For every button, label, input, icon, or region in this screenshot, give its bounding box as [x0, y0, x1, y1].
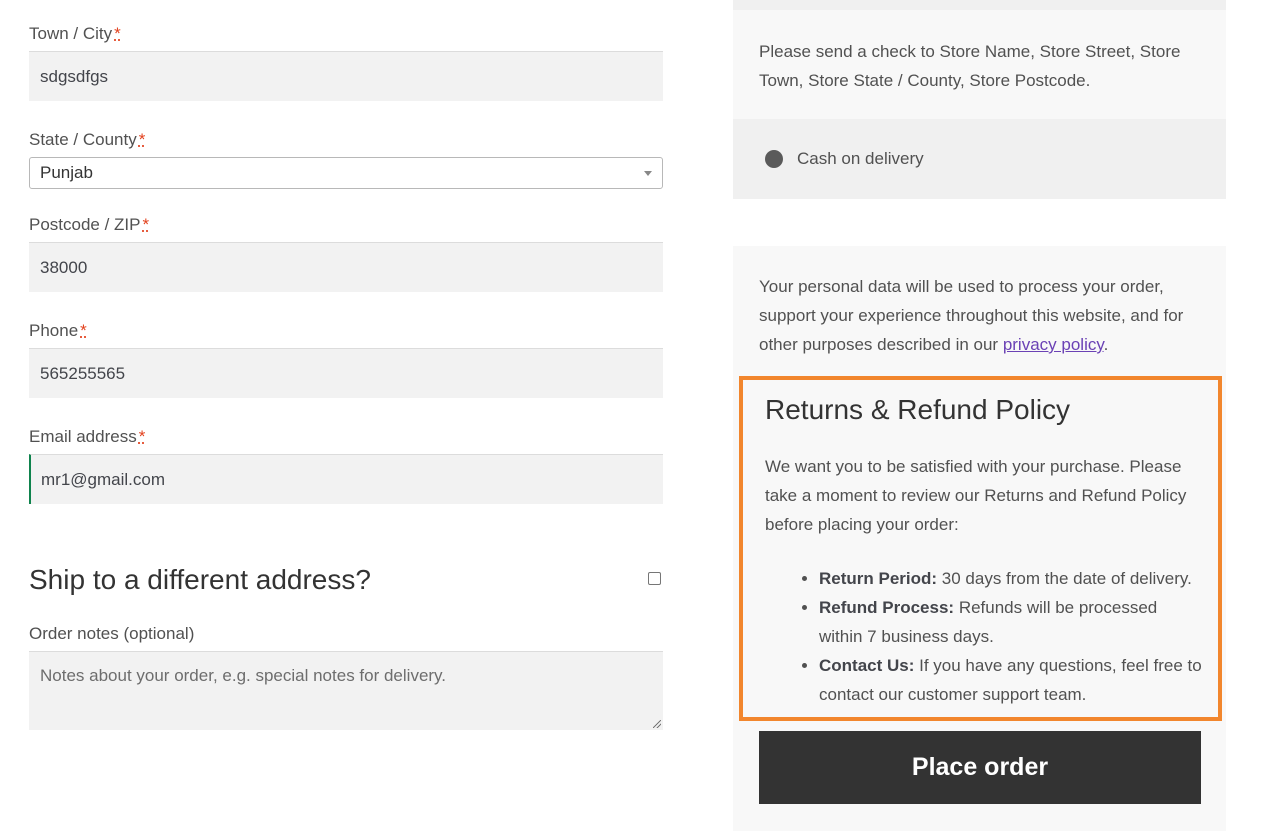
ship-different-address-checkbox[interactable] [648, 572, 661, 585]
town-input[interactable]: sdgsdfgs [29, 51, 663, 101]
required-marker: * [138, 130, 146, 149]
town-field: Town / City * sdgsdfgs [29, 24, 663, 101]
payment-method-top [733, 0, 1226, 10]
policy-text: 30 days from the date of delivery. [937, 569, 1192, 588]
place-order-button[interactable]: Place order [759, 731, 1201, 804]
place-order-section: Your personal data will be used to proce… [733, 246, 1226, 831]
chevron-down-icon [644, 170, 652, 176]
email-label: Email address [29, 427, 137, 446]
privacy-text: Your personal data will be used to proce… [759, 277, 1184, 354]
state-select-value: Punjab [40, 163, 93, 182]
order-notes-label: Order notes (optional) [29, 624, 195, 643]
refund-policy-box: Returns & Refund Policy We want you to b… [739, 376, 1222, 721]
postcode-input[interactable]: 38000 [29, 242, 663, 292]
required-marker: * [138, 427, 146, 446]
email-field: Email address * mr1@gmail.com [29, 427, 663, 504]
resize-handle-icon[interactable] [653, 720, 661, 728]
privacy-suffix: . [1103, 335, 1109, 354]
payment-option-cod[interactable]: Cash on delivery [733, 119, 1226, 199]
order-notes-placeholder: Notes about your order, e.g. special not… [40, 666, 447, 685]
required-marker: * [80, 321, 87, 340]
ship-different-address-title: Ship to a different address? [29, 564, 371, 595]
email-input[interactable]: mr1@gmail.com [29, 454, 663, 504]
order-notes-field: Order notes (optional) Notes about your … [29, 624, 663, 730]
state-field: State / County * Punjab [29, 130, 663, 189]
list-item: Refund Process: Refunds will be processe… [819, 593, 1205, 651]
order-notes-textarea[interactable]: Notes about your order, e.g. special not… [29, 651, 663, 730]
postcode-label: Postcode / ZIP [29, 215, 141, 234]
privacy-policy-link[interactable]: privacy policy [1003, 335, 1104, 354]
policy-list: Return Period: 30 days from the date of … [765, 564, 1205, 709]
policy-intro: We want you to be satisfied with your pu… [765, 457, 1187, 534]
phone-field: Phone * 565255565 [29, 321, 663, 398]
required-marker: * [142, 215, 150, 234]
cod-label: Cash on delivery [797, 149, 924, 168]
radio-button[interactable] [765, 150, 783, 168]
list-item: Return Period: 30 days from the date of … [819, 564, 1205, 593]
policy-title: Returns & Refund Policy [765, 394, 1071, 425]
list-item: Contact Us: If you have any questions, f… [819, 651, 1205, 709]
policy-term: Refund Process: [819, 598, 955, 617]
postcode-field: Postcode / ZIP * 38000 [29, 215, 663, 292]
phone-input[interactable]: 565255565 [29, 348, 663, 398]
privacy-notice: Your personal data will be used to proce… [759, 272, 1199, 359]
required-marker: * [114, 24, 121, 43]
phone-label: Phone [29, 321, 79, 340]
state-select[interactable]: Punjab [29, 157, 663, 189]
town-label: Town / City [29, 24, 113, 43]
policy-term: Return Period: [819, 569, 938, 588]
check-payment-description: Please send a check to Store Name, Store… [733, 10, 1226, 119]
policy-term: Contact Us: [819, 656, 915, 675]
state-label: State / County [29, 130, 137, 149]
